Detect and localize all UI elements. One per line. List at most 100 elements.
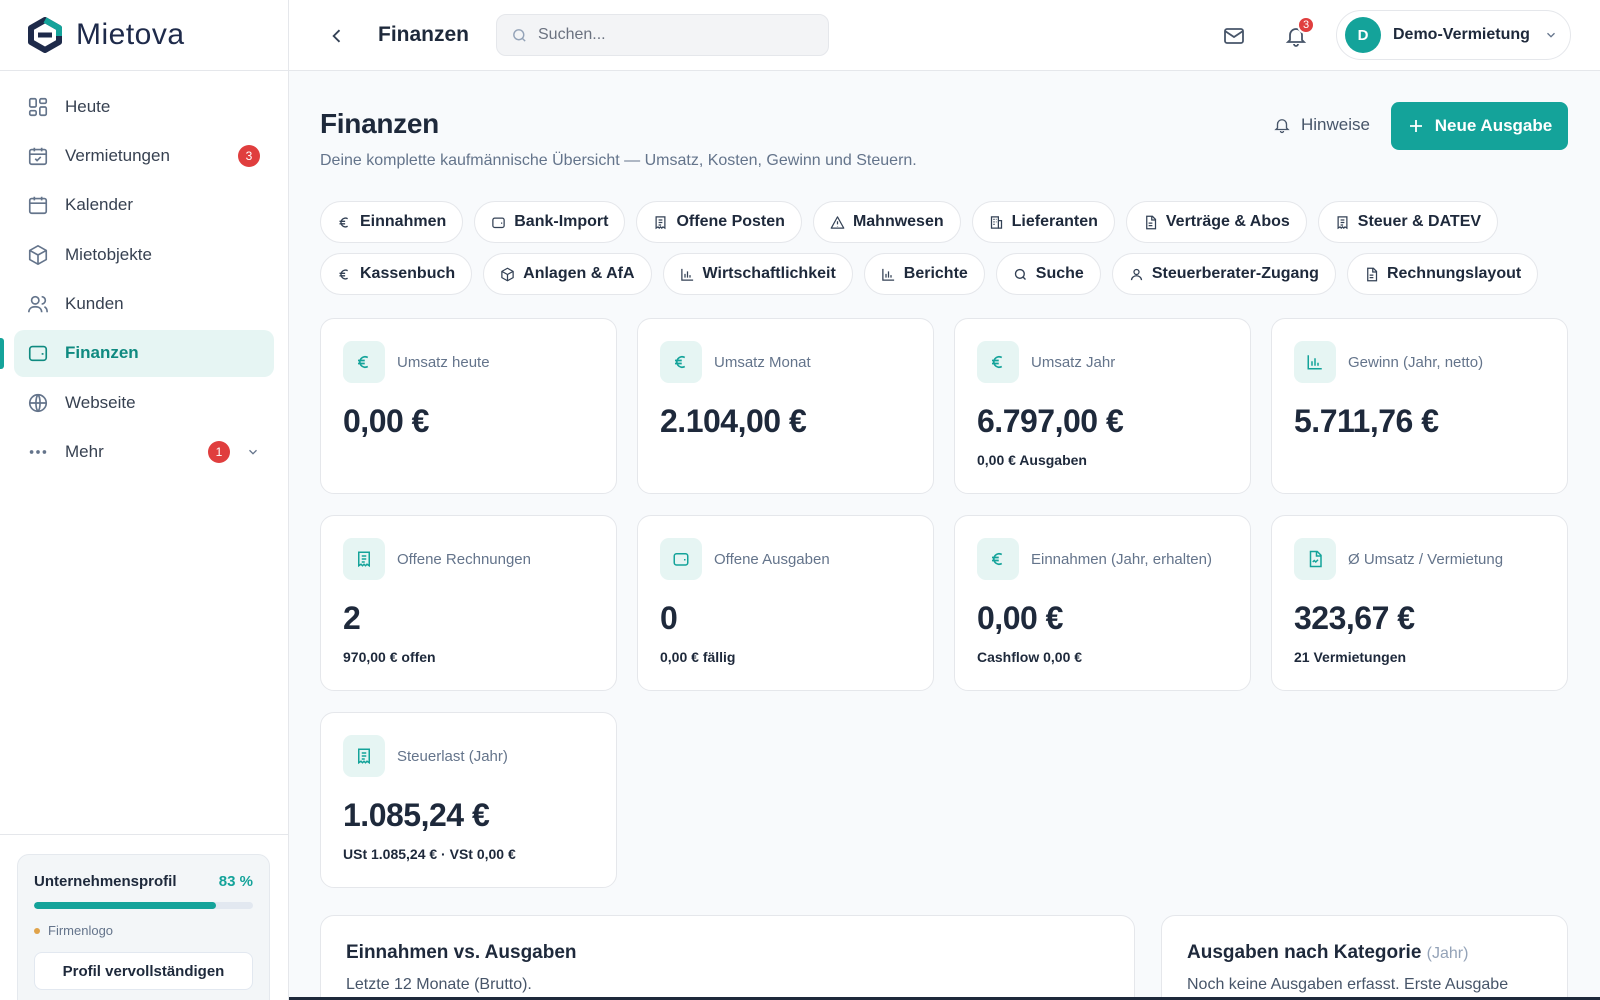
kpi-note: USt 1.085,24 € · VSt 0,00 € — [343, 846, 516, 862]
kpi-value: 0,00 € — [343, 403, 429, 439]
kpi-card[interactable]: Offene Ausgaben 0 0,00 € fällig — [637, 515, 934, 691]
tab-einnahmen[interactable]: Einnahmen — [320, 201, 464, 243]
euro-icon — [660, 341, 702, 383]
kpi-value: 1.085,24 € — [343, 797, 490, 833]
kpi-value: 5.711,76 € — [1294, 403, 1439, 439]
kpi-card[interactable]: Umsatz heute 0,00 € — [320, 318, 617, 494]
users-icon — [28, 295, 48, 313]
kpi-card[interactable]: Umsatz Monat 2.104,00 € — [637, 318, 934, 494]
sidebar-item-mehr[interactable]: Mehr 1 — [14, 429, 274, 476]
receipt-icon — [1337, 215, 1348, 229]
sidebar-item-label: Heute — [65, 96, 111, 116]
back-arrow-icon[interactable] — [327, 26, 347, 46]
euro-icon — [977, 341, 1019, 383]
sidebar-item-finanzen[interactable]: Finanzen — [0, 329, 274, 377]
kpi-value: 2.104,00 € — [660, 403, 807, 439]
bar-chart-icon — [882, 268, 894, 281]
kpi-card[interactable]: Umsatz Jahr 6.797,00 € 0,00 € Ausgaben — [954, 318, 1251, 494]
tab-label: Kassenbuch — [360, 265, 456, 282]
tab-wirtschaftlichkeit[interactable]: Wirtschaftlichkeit — [662, 253, 853, 295]
tab-lieferanten[interactable]: Lieferanten — [971, 201, 1115, 243]
sidebar-item-label: Webseite — [65, 392, 136, 412]
chevron-down-icon — [1547, 32, 1555, 38]
kpi-value: 0,00 € — [977, 600, 1063, 636]
panel-title-text: Ausgaben nach Kategorie — [1187, 942, 1422, 963]
tab-vertraege-abos[interactable]: Verträge & Abos — [1125, 201, 1307, 243]
search-box[interactable] — [496, 14, 829, 56]
expenses-by-category-panel: Ausgaben nach Kategorie (Jahr) Noch kein… — [1161, 915, 1568, 1000]
count-badge: 1 — [208, 441, 230, 464]
building-icon — [990, 215, 1002, 229]
kpi-card[interactable]: Ø Umsatz / Vermietung 323,67 € 21 Vermie… — [1271, 515, 1568, 691]
complete-profile-button[interactable]: Profil vervollständigen — [34, 952, 253, 990]
tab-bank-import[interactable]: Bank-Import — [474, 201, 626, 243]
profile-progress-fill — [34, 902, 216, 909]
search-icon — [1014, 268, 1026, 280]
sidebar-item-kunden[interactable]: Kunden — [14, 281, 274, 328]
tab-label: Wirtschaftlichkeit — [702, 265, 836, 282]
profile-todo-item: Firmenlogo — [34, 923, 253, 938]
kpi-label: Umsatz heute — [397, 353, 490, 371]
todo-dot-icon — [34, 927, 40, 934]
sidebar-nav: Heute Vermietungen 3 Kalender Mietobjekt… — [0, 71, 288, 476]
grid-icon — [28, 97, 48, 116]
tab-suche[interactable]: Suche — [995, 253, 1101, 295]
kpi-note: Cashflow 0,00 € — [977, 649, 1083, 665]
hints-button[interactable]: Hinweise — [1263, 101, 1380, 149]
more-icon — [29, 450, 47, 455]
calendar-icon — [28, 197, 48, 215]
kpi-card[interactable]: Einnahmen (Jahr, erhalten) 0,00 € Cashfl… — [954, 515, 1251, 691]
euro-icon — [339, 268, 348, 280]
sidebar-item-kalender[interactable]: Kalender — [14, 182, 274, 229]
tab-row: Kassenbuch Anlagen & AfA Wirtschaftlichk… — [320, 253, 1580, 295]
tab-mahnwesen[interactable]: Mahnwesen — [812, 201, 961, 243]
page-subtitle: Deine komplette kaufmännische Übersicht … — [320, 152, 917, 169]
tab-label: Steuerberater-Zugang — [1151, 265, 1319, 282]
box-icon — [501, 267, 514, 281]
sidebar-item-webseite[interactable]: Webseite — [14, 379, 274, 426]
tab-label: Mahnwesen — [852, 213, 944, 230]
alert-triangle-icon — [830, 215, 845, 229]
sidebar-item-label: Kunden — [65, 294, 124, 314]
bar-chart-icon — [1294, 341, 1336, 383]
kpi-card[interactable]: Steuerlast (Jahr) 1.085,24 € USt 1.085,2… — [320, 712, 617, 888]
topbar-title: Finanzen — [378, 23, 470, 46]
panel-title: Ausgaben nach Kategorie (Jahr) — [1187, 942, 1542, 964]
tab-kassenbuch[interactable]: Kassenbuch — [320, 253, 473, 295]
tab-label: Berichte — [903, 265, 968, 282]
kpi-label: Offene Rechnungen — [397, 550, 531, 568]
tab-label: Einnahmen — [360, 213, 447, 230]
sidebar-item-vermietungen[interactable]: Vermietungen 3 — [14, 132, 274, 179]
profile-section: Unternehmensprofil 83 % Firmenlogo Profi… — [0, 834, 288, 1000]
panel-title-suffix: (Jahr) — [1426, 945, 1469, 962]
tab-berichte[interactable]: Berichte — [863, 253, 985, 295]
tab-rechnungslayout[interactable]: Rechnungslayout — [1346, 253, 1539, 295]
account-menu[interactable]: D Demo-Vermietung — [1336, 10, 1571, 60]
finance-tabs: Einnahmen Bank-Import Offene Posten Mahn… — [320, 201, 1580, 305]
sidebar-item-heute[interactable]: Heute — [14, 83, 274, 130]
kpi-label: Ø Umsatz / Vermietung — [1348, 550, 1504, 568]
tab-steuerberater-zugang[interactable]: Steuerberater-Zugang — [1111, 253, 1336, 295]
kpi-label: Umsatz Monat — [714, 353, 811, 371]
kpi-label: Offene Ausgaben — [714, 550, 830, 568]
new-expense-button[interactable]: Neue Ausgabe — [1391, 102, 1568, 150]
bell-icon — [1274, 119, 1290, 134]
sidebar-item-label: Finanzen — [65, 343, 139, 363]
chevron-down-icon[interactable] — [246, 445, 260, 459]
kpi-value: 2 — [343, 600, 361, 636]
mail-icon[interactable] — [1222, 24, 1246, 48]
euro-icon — [977, 538, 1019, 580]
kpi-card[interactable]: Offene Rechnungen 2 970,00 € offen — [320, 515, 617, 691]
kpi-card[interactable]: Gewinn (Jahr, netto) 5.711,76 € — [1271, 318, 1568, 494]
tab-offene-posten[interactable]: Offene Posten — [636, 201, 802, 243]
tab-steuer-datev[interactable]: Steuer & DATEV — [1317, 201, 1499, 243]
search-input[interactable] — [538, 26, 818, 44]
tab-anlagen-afa[interactable]: Anlagen & AfA — [483, 253, 652, 295]
sidebar-item-label: Mehr — [65, 442, 104, 462]
kpi-note: 970,00 € offen — [343, 649, 436, 665]
sidebar-item-mietobjekte[interactable]: Mietobjekte — [14, 231, 274, 278]
tab-label: Rechnungslayout — [1386, 265, 1522, 282]
logo[interactable]: Mietova — [0, 0, 288, 71]
kpi-value: 0 — [660, 600, 678, 636]
search-icon — [513, 28, 526, 42]
